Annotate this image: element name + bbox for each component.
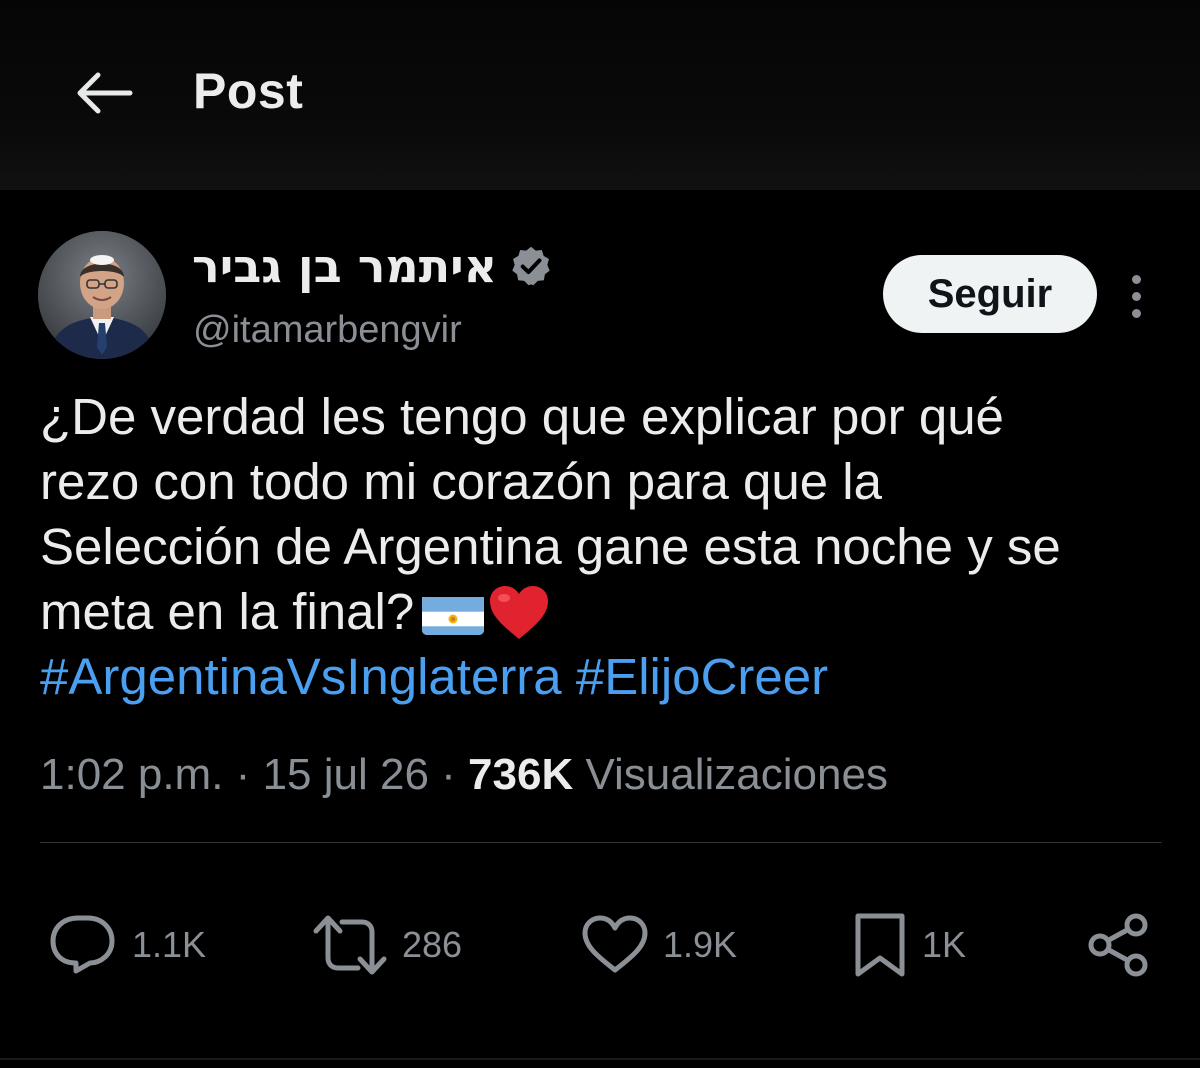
bookmark-count: 1K bbox=[922, 924, 967, 965]
dot-icon bbox=[1131, 274, 1141, 284]
follow-button[interactable]: Seguir bbox=[883, 255, 1097, 333]
separator-dot: · bbox=[441, 750, 456, 799]
reply-icon bbox=[50, 915, 115, 974]
separator-dot: · bbox=[235, 750, 251, 799]
tweet-line-with-emoji: meta en la final? bbox=[40, 579, 1170, 644]
tweet-date[interactable]: 15 jul 26 bbox=[263, 750, 429, 799]
tweet-body: ¿De verdad les tengo que explicar por qu… bbox=[40, 384, 1170, 709]
avatar-photo bbox=[38, 231, 166, 359]
divider bbox=[40, 842, 1162, 843]
top-bar: Post bbox=[0, 0, 1200, 190]
dot-icon bbox=[1131, 291, 1141, 301]
repost-count: 286 bbox=[402, 924, 463, 965]
share-button[interactable] bbox=[1086, 905, 1152, 985]
tweet-meta: 1:02 p.m. · 15 jul 26 · 736K Visualizaci… bbox=[40, 750, 888, 800]
hashtag-link[interactable]: #ElijoCreer bbox=[576, 648, 828, 705]
page-title: Post bbox=[193, 63, 304, 119]
share-icon bbox=[1088, 913, 1148, 977]
tweet-line: rezo con todo mi corazón para que la bbox=[40, 453, 882, 510]
divider bbox=[0, 1058, 1200, 1060]
bookmark-button[interactable]: 1K bbox=[852, 905, 966, 985]
avatar[interactable] bbox=[38, 231, 166, 359]
tweet-line: Selección de Argentina gane esta noche y… bbox=[40, 518, 1061, 575]
bookmark-icon bbox=[855, 913, 905, 977]
views-label: Visualizaciones bbox=[585, 750, 888, 799]
like-button[interactable]: 1.9K bbox=[581, 905, 737, 985]
arrow-left-icon bbox=[77, 72, 133, 114]
views-count: 736K bbox=[468, 750, 574, 799]
red-heart-icon bbox=[488, 585, 550, 641]
argentina-flag-icon bbox=[422, 591, 485, 635]
tweet-time[interactable]: 1:02 p.m. bbox=[40, 750, 223, 799]
more-options-button[interactable] bbox=[1116, 268, 1156, 324]
tweet-line: ¿De verdad les tengo que explicar por qu… bbox=[40, 388, 1004, 445]
reply-button[interactable]: 1.1K bbox=[48, 905, 206, 985]
heart-icon bbox=[582, 915, 648, 973]
action-bar: 1.1K 286 1.9K 1K bbox=[0, 905, 1200, 985]
like-count: 1.9K bbox=[663, 924, 738, 965]
repost-button[interactable]: 286 bbox=[312, 905, 462, 985]
verified-badge-icon bbox=[512, 246, 550, 286]
reply-count: 1.1K bbox=[132, 924, 207, 965]
author-handle[interactable]: @itamarbengvir bbox=[193, 309, 462, 352]
hashtags-line: #ArgentinaVsInglaterra #ElijoCreer bbox=[40, 644, 1170, 709]
hashtag-link[interactable]: #ArgentinaVsInglaterra bbox=[40, 648, 562, 705]
dot-icon bbox=[1131, 308, 1141, 318]
back-button[interactable] bbox=[62, 58, 146, 128]
author-name-row[interactable]: איתמר בן גביר bbox=[192, 236, 553, 296]
repost-icon bbox=[313, 915, 387, 975]
author-display-name: איתמר בן גביר bbox=[192, 239, 498, 293]
tweet-line: meta en la final? bbox=[40, 583, 415, 640]
